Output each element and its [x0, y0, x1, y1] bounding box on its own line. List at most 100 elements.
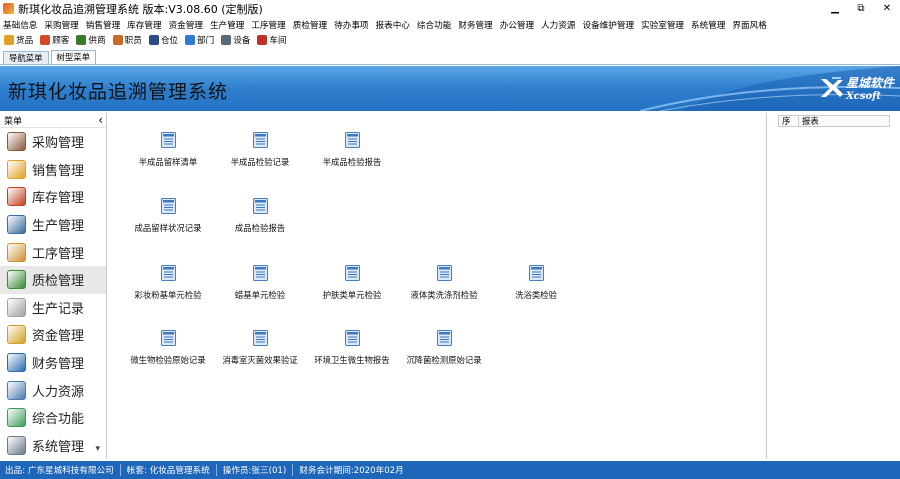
function-panel: 半成品留样清单 半成品检验记录 半成品检验报告成品留样状况记录 成品检验报告彩妆粉基单…	[108, 113, 765, 459]
sidebar-item[interactable]: 生产管理	[0, 211, 106, 239]
menu-item[interactable]: 生产管理	[210, 19, 244, 31]
report-col-name[interactable]: 报表	[799, 116, 819, 126]
function-item[interactable]: 环境卫生微生物报告	[306, 326, 398, 372]
status-field: 出品: 广东星城科技有限公司	[5, 466, 114, 476]
toolbar-label: 仓位	[160, 36, 179, 46]
collapse-sidebar-icon[interactable]: ‹	[98, 113, 103, 127]
function-item[interactable]: 沉降菌检测原始记录	[398, 326, 490, 372]
banner-title: 新琪化妆品追溯管理系统	[8, 81, 229, 103]
toolbar-button-supplier[interactable]: 供商	[76, 34, 106, 46]
sync-icon	[7, 408, 26, 428]
sidebar-item[interactable]: 财务管理	[0, 349, 106, 377]
menu-item[interactable]: 系统管理	[691, 19, 725, 31]
menu-item[interactable]: 待办事项	[334, 19, 368, 31]
sidebar-item-label: 工序管理	[32, 246, 85, 262]
function-item[interactable]: 护肤类单元检验	[306, 261, 398, 307]
notepad-icon	[7, 297, 26, 317]
document-list-icon	[344, 265, 360, 281]
menu-item[interactable]: 设备维护管理	[582, 19, 634, 31]
report-panel: 序 报表	[766, 113, 900, 459]
sales-icon	[7, 159, 26, 179]
menu-item[interactable]: 资金管理	[169, 19, 203, 31]
menu-item[interactable]: 实验室管理	[641, 19, 684, 31]
document-list-icon	[160, 330, 176, 346]
workshop-icon	[257, 35, 268, 45]
sidebar-scroll-down-icon[interactable]: ▾	[95, 444, 100, 454]
close-icon[interactable]: ✕	[874, 0, 900, 17]
menu-item[interactable]: 基础信息	[3, 19, 37, 31]
function-item[interactable]: 半成品留样清单	[122, 128, 214, 174]
function-item[interactable]: 蜡基单元检验	[214, 261, 306, 307]
function-item-label: 护肤类单元检验	[322, 290, 382, 300]
toolbar-button-equipment[interactable]: 设备	[221, 34, 250, 46]
tab-tree-menu[interactable]: 树型菜单	[50, 50, 96, 64]
function-item[interactable]: 液体类洗涤剂检验	[398, 261, 490, 307]
toolbar-label: 部门	[197, 36, 215, 46]
toolbar-label: 供商	[88, 36, 106, 46]
report-col-index[interactable]: 序	[779, 116, 799, 126]
restore-icon[interactable]: ⧉	[848, 0, 874, 17]
function-item[interactable]: 半成品检验报告	[306, 128, 398, 174]
sidebar-item[interactable]: 工序管理	[0, 238, 106, 266]
app-icon	[3, 3, 14, 14]
function-item[interactable]: 洗浴类检验	[490, 261, 582, 307]
menu-item[interactable]: 库存管理	[127, 19, 161, 31]
toolbar-button-staff[interactable]: 职员	[112, 34, 142, 46]
menu-item[interactable]: 采购管理	[44, 19, 78, 31]
sidebar-item[interactable]: 库存管理	[0, 183, 106, 211]
menu-item[interactable]: 综合功能	[417, 19, 451, 31]
sidebar-item[interactable]: 资金管理	[0, 321, 106, 349]
toolbar-label: 设备	[233, 36, 251, 46]
menu-item[interactable]: 质检管理	[293, 19, 327, 31]
toolbar-button-warehouse[interactable]: 仓位	[148, 34, 179, 46]
toolbar-button-customer[interactable]: 顾客	[40, 34, 69, 46]
function-item[interactable]: 微生物检验原始记录	[122, 326, 214, 372]
function-item-label: 彩妆粉基单元检验	[134, 290, 202, 300]
menu-item[interactable]: 销售管理	[86, 19, 120, 31]
checklist-icon	[7, 270, 26, 290]
toolbar-button-department[interactable]: 部门	[185, 34, 214, 46]
function-item[interactable]: 半成品检验记录	[214, 128, 306, 174]
document-list-icon	[160, 265, 176, 281]
document-list-icon	[252, 265, 268, 281]
function-item-label: 微生物检验原始记录	[130, 355, 206, 365]
coins-icon	[7, 325, 26, 345]
document-list-icon	[436, 265, 452, 281]
document-list-icon	[436, 330, 452, 346]
menu-item[interactable]: 界面风格	[732, 19, 766, 31]
person-card-icon	[7, 380, 26, 400]
sidebar-item[interactable]: 生产记录	[0, 294, 106, 322]
sidebar-item[interactable]: 人力资源	[0, 376, 106, 404]
function-item[interactable]: 消毒室灭菌效果验证	[214, 326, 306, 372]
sidebar-item[interactable]: 质检管理	[0, 265, 106, 294]
goods-icon	[4, 35, 14, 45]
toolbar-button-goods[interactable]: 货品	[4, 34, 33, 46]
sidebar-item[interactable]: 销售管理	[0, 156, 106, 184]
report-table-header: 序 报表	[778, 115, 890, 127]
window-controls: ▁ ⧉ ✕	[822, 0, 900, 17]
function-item-label: 环境卫生微生物报告	[314, 355, 390, 365]
sidebar-item[interactable]: 系统管理	[0, 432, 106, 459]
sidebar-item[interactable]: 采购管理	[0, 128, 106, 156]
sidebar-item[interactable]: 综合功能	[0, 404, 106, 432]
menu-item[interactable]: 报表中心	[376, 19, 410, 31]
company-logo: 星城软件 Xcsoft	[818, 74, 894, 102]
menu-item[interactable]: 办公管理	[500, 19, 534, 31]
function-item[interactable]: 成品留样状况记录	[122, 194, 214, 240]
tab-nav-menu[interactable]: 导航菜单	[3, 51, 49, 64]
menu-item[interactable]: 工序管理	[251, 19, 285, 31]
function-item[interactable]: 成品检验报告	[214, 194, 306, 240]
function-item[interactable]: 彩妆粉基单元检验	[122, 261, 214, 307]
equipment-icon	[221, 35, 232, 45]
function-item-label: 沉降菌检测原始记录	[406, 355, 482, 365]
supplier-icon	[76, 35, 87, 45]
status-bar: 出品: 广东星城科技有限公司 帐套: 化妆品管理系统 操作员:张三(01) 财务会计期…	[0, 461, 900, 479]
toolbar-button-workshop[interactable]: 车间	[257, 34, 287, 46]
minimize-icon[interactable]: ▁	[822, 0, 848, 17]
sidebar-item-label: 综合功能	[32, 412, 85, 428]
menu-item[interactable]: 人力资源	[541, 19, 575, 31]
document-list-icon	[344, 132, 360, 148]
menu-item[interactable]: 财务管理	[458, 19, 492, 31]
toolbar-label: 顾客	[52, 36, 70, 46]
toolbar-label: 货品	[16, 36, 34, 46]
